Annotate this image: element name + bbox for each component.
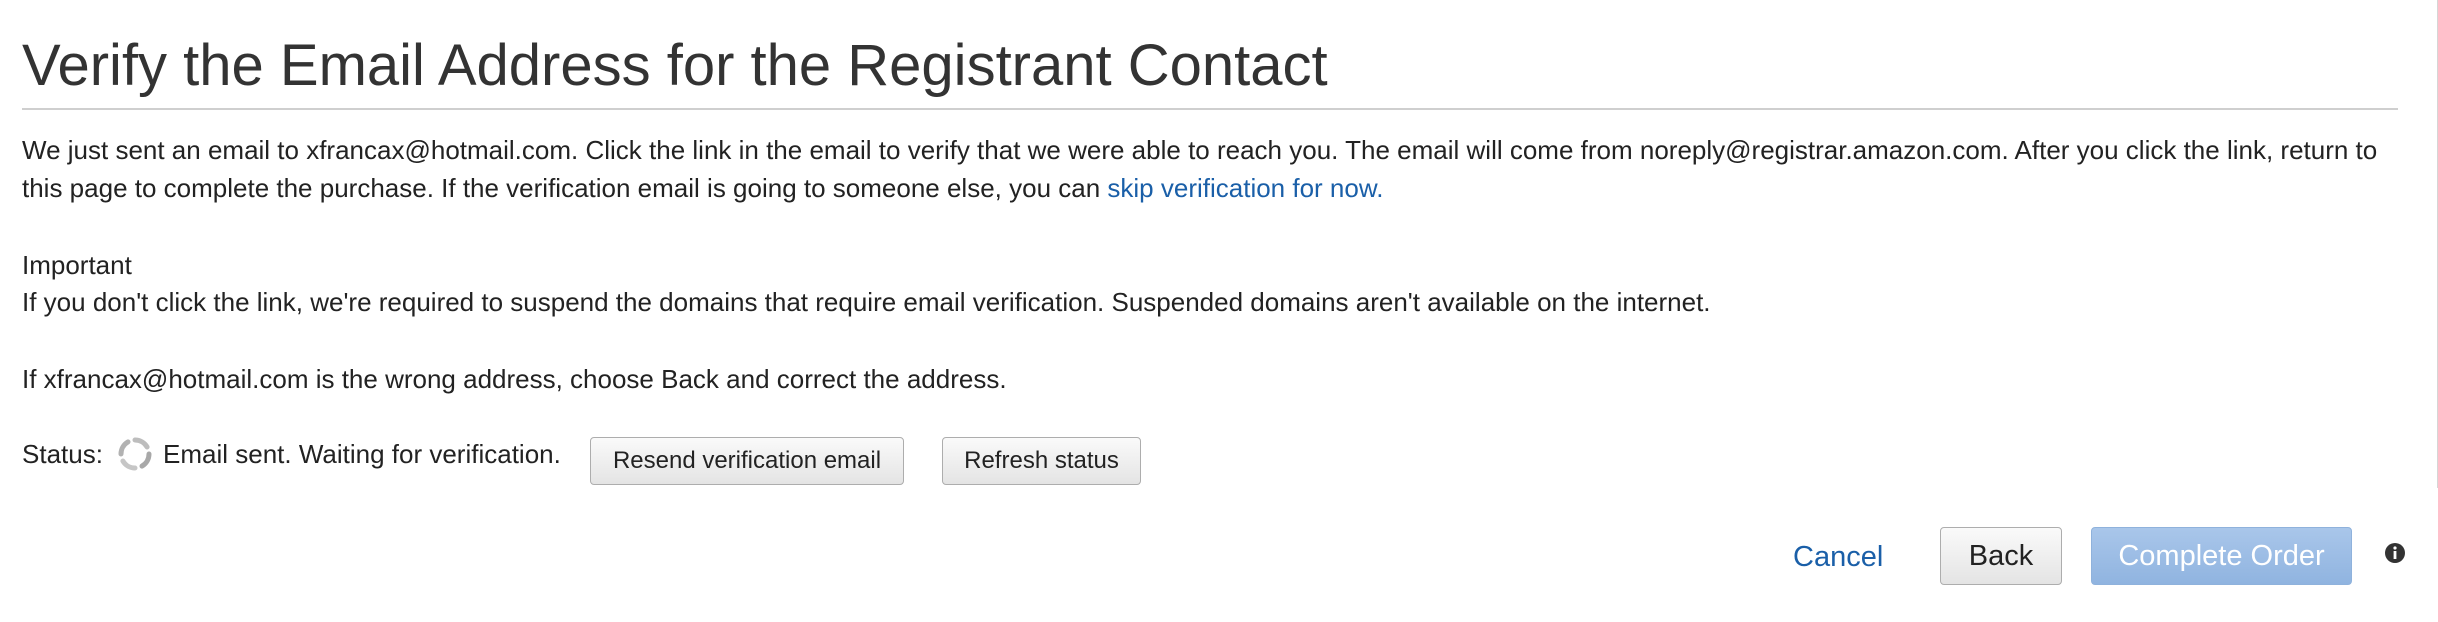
- important-text: If you don't click the link, we're requi…: [22, 287, 1711, 317]
- intro-paragraph: We just sent an email to xfrancax@hotmai…: [22, 131, 2412, 207]
- page-title: Verify the Email Address for the Registr…: [22, 33, 1328, 98]
- wrong-address-text-after: and correct the address.: [718, 364, 1007, 394]
- status-text: Email sent. Waiting for verification.: [163, 439, 561, 469]
- info-icon[interactable]: [2384, 542, 2406, 564]
- wrong-address-paragraph: If xfrancax@hotmail.com is the wrong add…: [22, 360, 1007, 398]
- back-button[interactable]: Back: [1940, 527, 2062, 585]
- title-divider: [22, 108, 2398, 110]
- skip-verification-link[interactable]: skip verification for now.: [1107, 173, 1383, 203]
- resend-verification-button[interactable]: Resend verification email: [590, 437, 904, 485]
- cancel-link[interactable]: Cancel: [1793, 537, 1883, 577]
- important-heading: Important: [22, 250, 132, 280]
- complete-order-button[interactable]: Complete Order: [2091, 527, 2352, 585]
- spinner-icon: [118, 437, 152, 471]
- refresh-status-button[interactable]: Refresh status: [942, 437, 1141, 485]
- wrong-address-text-before: If xfrancax@hotmail.com is the wrong add…: [22, 364, 662, 394]
- back-emphasis: Back: [661, 364, 719, 394]
- verify-email-page: Verify the Email Address for the Registr…: [0, 0, 2438, 622]
- status-label: Status:: [22, 439, 103, 469]
